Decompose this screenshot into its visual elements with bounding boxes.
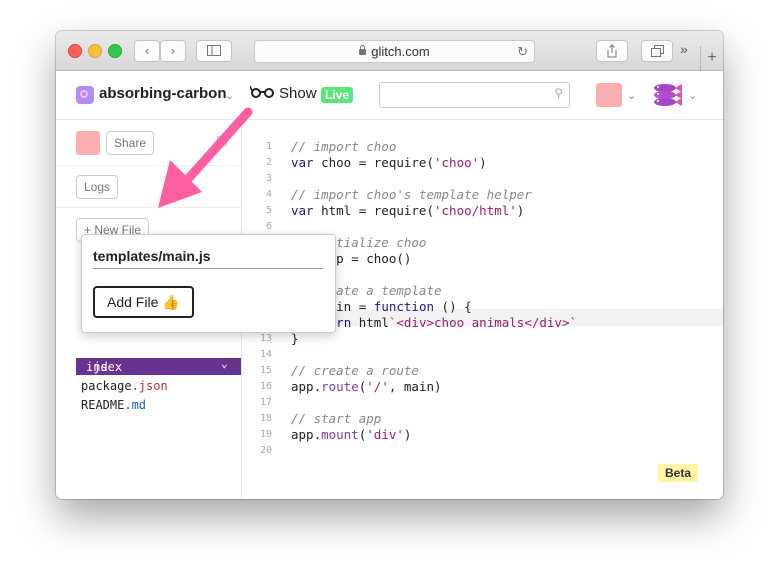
search-icon: ⚲ — [554, 86, 563, 100]
zoom-window-button[interactable] — [108, 44, 122, 58]
sidebar-toggle-button[interactable] — [196, 40, 232, 62]
logs-button[interactable]: Logs — [76, 175, 119, 199]
line-number: 14 — [259, 349, 272, 360]
back-button[interactable]: ‹ — [134, 40, 160, 62]
code-line[interactable]: // start app — [291, 411, 381, 426]
pointer-arrow-icon — [158, 107, 253, 208]
minimize-window-button[interactable] — [88, 44, 102, 58]
line-number: 6 — [265, 221, 272, 232]
chevron-down-icon[interactable]: ⌄ — [627, 89, 636, 102]
url-text: glitch.com — [371, 44, 430, 59]
share-icon — [607, 44, 617, 58]
share-button[interactable] — [596, 40, 628, 62]
show-button[interactable]: Show — [279, 85, 317, 102]
live-badge: Live — [321, 87, 354, 103]
code-line[interactable]: var html = require('choo/html') — [291, 203, 524, 218]
code-line[interactable]: // import choo's template helper — [291, 187, 532, 202]
line-number: 19 — [259, 429, 272, 440]
file-item-package-json[interactable]: package.json — [81, 379, 168, 393]
close-window-button[interactable] — [68, 44, 82, 58]
input-underline — [93, 268, 323, 269]
line-number: 15 — [259, 365, 272, 376]
collaborator-avatar[interactable] — [76, 131, 100, 155]
lock-icon — [359, 45, 367, 55]
chevron-down-icon[interactable]: ⌄ — [688, 89, 697, 102]
add-file-button[interactable]: Add File 👍 — [93, 286, 194, 318]
reload-icon[interactable]: ↻ — [517, 41, 528, 62]
code-line[interactable]: app.route('/', main) — [291, 379, 442, 394]
more-chevron-icon[interactable]: » — [680, 41, 688, 57]
line-number: 17 — [259, 397, 272, 408]
new-file-popover: templates/main.js Add File 👍 — [81, 234, 336, 333]
search-input[interactable]: ⚲ — [379, 82, 570, 108]
share-project-button[interactable]: Share — [106, 131, 155, 155]
address-bar[interactable]: glitch.com ↻ — [254, 40, 535, 63]
line-number: 16 — [259, 381, 272, 392]
new-tab-button[interactable]: + — [700, 46, 723, 70]
beta-badge: Beta — [658, 464, 699, 482]
tabs-icon — [650, 45, 664, 57]
forward-button[interactable]: › — [160, 40, 186, 62]
sidebar-icon — [207, 45, 221, 56]
code-line[interactable]: // import choo — [291, 139, 396, 154]
code-line[interactable]: } — [291, 331, 299, 346]
file-item-index-js[interactable]: index .js ⌄ — [76, 357, 241, 375]
line-number: 13 — [259, 333, 272, 344]
chevron-down-icon[interactable]: ⌄ — [221, 357, 228, 370]
code-line[interactable]: // create a route — [291, 363, 419, 378]
project-logo-icon — [76, 86, 94, 104]
line-number: 20 — [259, 445, 272, 456]
code-line[interactable]: var choo = require('choo') — [291, 155, 487, 170]
fish-logo-icon[interactable] — [651, 82, 683, 108]
code-line[interactable]: app.mount('div') — [291, 427, 411, 442]
tabs-overview-button[interactable] — [641, 40, 673, 62]
browser-toolbar: ‹ › glitch.com ↻ » + — [56, 31, 723, 71]
new-file-name[interactable]: templates/main.js — [93, 248, 211, 264]
file-item-readme-md[interactable]: README.md — [81, 398, 146, 412]
user-avatar[interactable] — [596, 83, 622, 107]
line-number: 18 — [259, 413, 272, 424]
